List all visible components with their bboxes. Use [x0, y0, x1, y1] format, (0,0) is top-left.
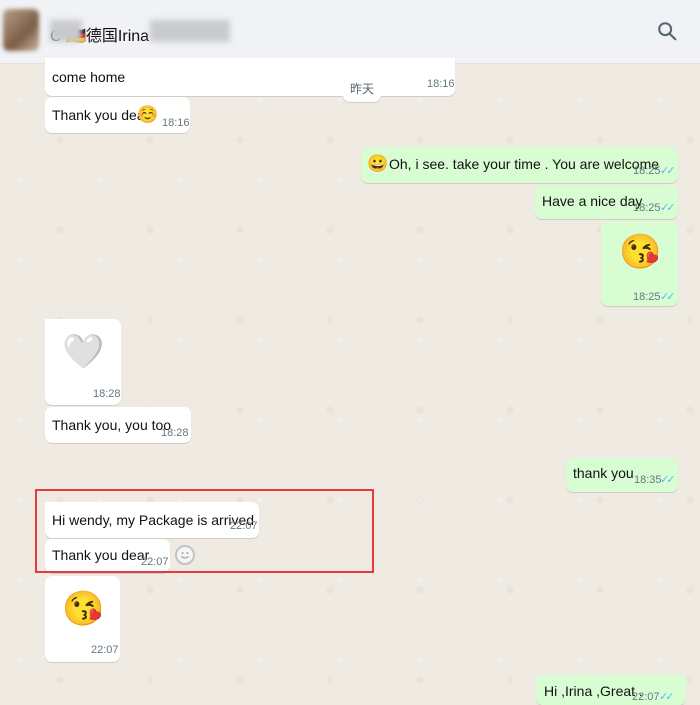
message-bubble-incoming[interactable]: 🤍 18:28	[45, 319, 121, 405]
contact-avatar[interactable]	[3, 9, 39, 51]
message-time: 18:28	[161, 427, 189, 439]
message-time: 18:16	[427, 78, 455, 90]
grinning-emoji: 😀	[367, 154, 389, 173]
message-bubble-incoming[interactable]: come home 18:16	[45, 58, 455, 96]
chat-header: C 🇩🇪德国Irina	[0, 0, 700, 64]
double-check-icon: ✓✓	[659, 691, 675, 703]
message-bubble-incoming[interactable]: Thank you dear ☺️ 18:16	[45, 97, 190, 133]
message-time: 18:35	[634, 474, 662, 486]
message-bubble-outgoing[interactable]: 😀 Oh, i see. take your time . You are we…	[361, 147, 678, 183]
message-bubble-incoming[interactable]: 😘 22:07	[45, 576, 120, 662]
kissing-face-emoji: 😘	[62, 590, 105, 628]
redaction-mark	[150, 20, 230, 42]
message-text: Thank you, you too	[52, 417, 172, 433]
message-time: 18:25	[633, 165, 661, 177]
highlight-box	[35, 489, 374, 573]
message-text: Thank you dear	[52, 107, 150, 123]
search-icon[interactable]	[656, 20, 678, 42]
message-time: 22:07	[91, 644, 119, 656]
message-bubble-outgoing[interactable]: Have a nice day 18:25 ✓✓	[535, 185, 678, 219]
redaction-mark	[50, 20, 82, 42]
message-bubble-incoming[interactable]: Thank you, you too 18:28	[45, 407, 191, 443]
double-check-icon: ✓✓	[660, 291, 676, 303]
message-time: 18:16	[162, 117, 190, 129]
message-text: Oh, i see. take your time . You are welc…	[389, 156, 660, 172]
kissing-face-emoji: 😘	[619, 233, 662, 271]
message-text: come home	[52, 69, 126, 85]
message-time: 18:25	[633, 202, 661, 214]
message-text: thank you	[573, 465, 634, 481]
double-check-icon: ✓✓	[660, 165, 676, 177]
double-check-icon: ✓✓	[660, 202, 676, 214]
date-chip: 昨天	[343, 76, 381, 102]
message-time: 22:07	[632, 691, 660, 703]
white-heart-emoji: 🤍	[62, 333, 105, 371]
double-check-icon: ✓✓	[660, 474, 676, 486]
message-bubble-outgoing[interactable]: Hi ,Irina ,Great . 22:07 ✓✓	[536, 675, 686, 705]
message-time: 18:28	[93, 388, 121, 400]
message-bubble-outgoing[interactable]: 😘 18:25 ✓✓	[601, 221, 678, 306]
message-text: Have a nice day	[542, 193, 643, 209]
message-time: 18:25	[633, 291, 661, 303]
message-text: Hi ,Irina ,Great .	[544, 683, 643, 699]
smiling-emoji: ☺️	[137, 105, 159, 124]
message-bubble-outgoing[interactable]: thank you 18:35 ✓✓	[566, 458, 678, 492]
